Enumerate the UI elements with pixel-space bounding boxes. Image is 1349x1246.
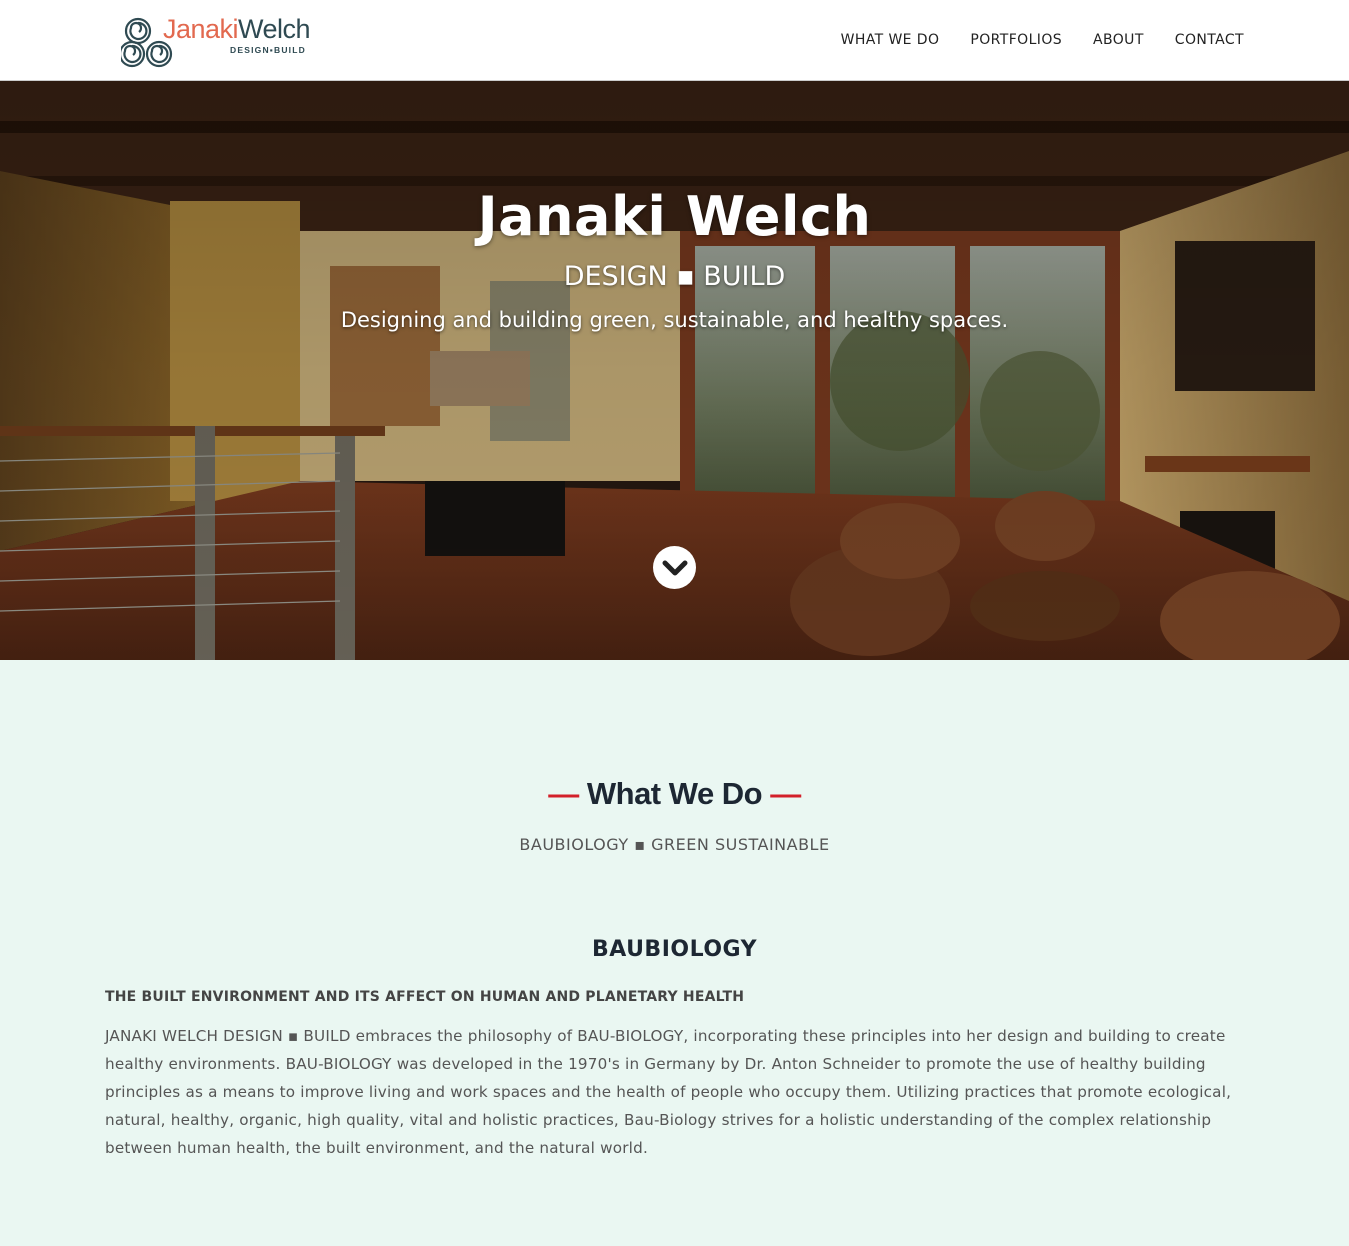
what-we-do-title-text: What We Do: [586, 776, 763, 811]
nav-portfolios[interactable]: PORTFOLIOS: [970, 32, 1062, 48]
nav-about[interactable]: ABOUT: [1093, 32, 1144, 48]
hero-title: Janaki Welch: [477, 185, 872, 248]
what-we-do-title: — What We Do —: [0, 776, 1349, 812]
site-logo[interactable]: JanakiWelch DESIGN▪BUILD: [121, 14, 321, 70]
logo-wordmark: JanakiWelch: [163, 14, 311, 45]
chevron-down-icon: [662, 560, 688, 576]
hero-subtitle: DESIGN ▪ BUILD: [563, 261, 786, 292]
hero-section: Janaki Welch DESIGN ▪ BUILD Designing an…: [0, 81, 1349, 660]
baubiology-body: JANAKI WELCH DESIGN ▪ BUILD embraces the…: [105, 1027, 1232, 1157]
nav-contact[interactable]: CONTACT: [1175, 32, 1244, 48]
logo-last-name: Welch: [238, 14, 311, 44]
what-we-do-subtitle: BAUBIOLOGY ▪ GREEN SUSTAINABLE: [519, 835, 830, 854]
baubiology-heading: BAUBIOLOGY: [591, 937, 758, 962]
logo-tagline: DESIGN▪BUILD: [230, 45, 306, 55]
nav-what-we-do[interactable]: WHAT WE DO: [841, 32, 940, 48]
logo-first-name: Janaki: [163, 14, 239, 44]
main-nav: WHAT WE DO PORTFOLIOS ABOUT CONTACT: [841, 32, 1244, 48]
title-dash-left: —: [548, 776, 579, 811]
hero-tagline: Designing and building green, sustainabl…: [340, 308, 1009, 332]
site-header: JanakiWelch DESIGN▪BUILD WHAT WE DO PORT…: [0, 0, 1349, 81]
baubiology-caption: THE BUILT ENVIRONMENT AND ITS AFFECT ON …: [105, 989, 745, 1005]
title-dash-right: —: [770, 776, 801, 811]
scroll-down-button[interactable]: [653, 546, 696, 589]
